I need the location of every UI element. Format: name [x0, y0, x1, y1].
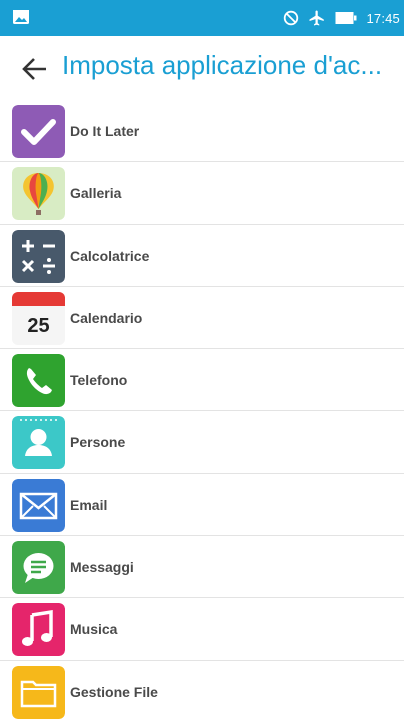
- app-label: Messaggi: [70, 559, 134, 576]
- app-label: Musica: [70, 621, 118, 638]
- airplane-mode-icon: [309, 10, 325, 26]
- list-item-galleria[interactable]: Galleria: [0, 162, 404, 225]
- music-note-icon: [12, 603, 65, 657]
- app-label: Persone: [70, 434, 126, 451]
- status-time: 17:45: [366, 10, 400, 26]
- app-label: Telefono: [70, 372, 128, 389]
- notification-image-icon: [13, 10, 29, 24]
- folder-icon: [12, 665, 65, 719]
- app-label: Calcolatrice: [70, 247, 150, 264]
- app-label: Gestione File: [70, 683, 158, 700]
- list-item-calendario[interactable]: 25 Calendario: [0, 287, 404, 350]
- contact-icon: [12, 416, 65, 470]
- chat-bubble-icon: [12, 541, 65, 595]
- phone-icon: [12, 354, 65, 408]
- battery-icon: [335, 12, 357, 24]
- status-icons: 17:45: [283, 0, 400, 36]
- checkmark-icon: [12, 105, 65, 158]
- page-title: Imposta applicazione d'ac...: [62, 50, 383, 80]
- list-item-email[interactable]: Email: [0, 474, 404, 537]
- do-not-disturb-icon: [284, 10, 299, 26]
- action-bar: Imposta applicazione d'ac...: [0, 36, 404, 102]
- status-bar: 17:45: [0, 0, 404, 36]
- back-arrow-icon[interactable]: [20, 54, 50, 84]
- envelope-icon: [12, 478, 65, 532]
- calendar-icon: 25: [12, 291, 65, 345]
- app-label: Email: [70, 496, 108, 513]
- balloon-icon: [12, 167, 65, 221]
- calendar-day: 25: [27, 315, 49, 337]
- list-item-gestione-file[interactable]: Gestione File: [0, 661, 404, 720]
- list-item-musica[interactable]: Musica: [0, 598, 404, 661]
- list-item-do-it-later[interactable]: Do It Later: [0, 100, 404, 163]
- app-label: Calendario: [70, 309, 143, 326]
- calculator-icon: [12, 229, 65, 283]
- list-item-persone[interactable]: Persone: [0, 411, 404, 474]
- app-label: Do It Later: [70, 123, 140, 139]
- list-item-messaggi[interactable]: Messaggi: [0, 536, 404, 599]
- app-label: Galleria: [70, 185, 122, 202]
- list-item-calcolatrice[interactable]: Calcolatrice: [0, 225, 404, 287]
- app-list: Do It Later Galleria Calcolatrice 25 Cal…: [0, 100, 404, 720]
- list-item-telefono[interactable]: Telefono: [0, 349, 404, 412]
